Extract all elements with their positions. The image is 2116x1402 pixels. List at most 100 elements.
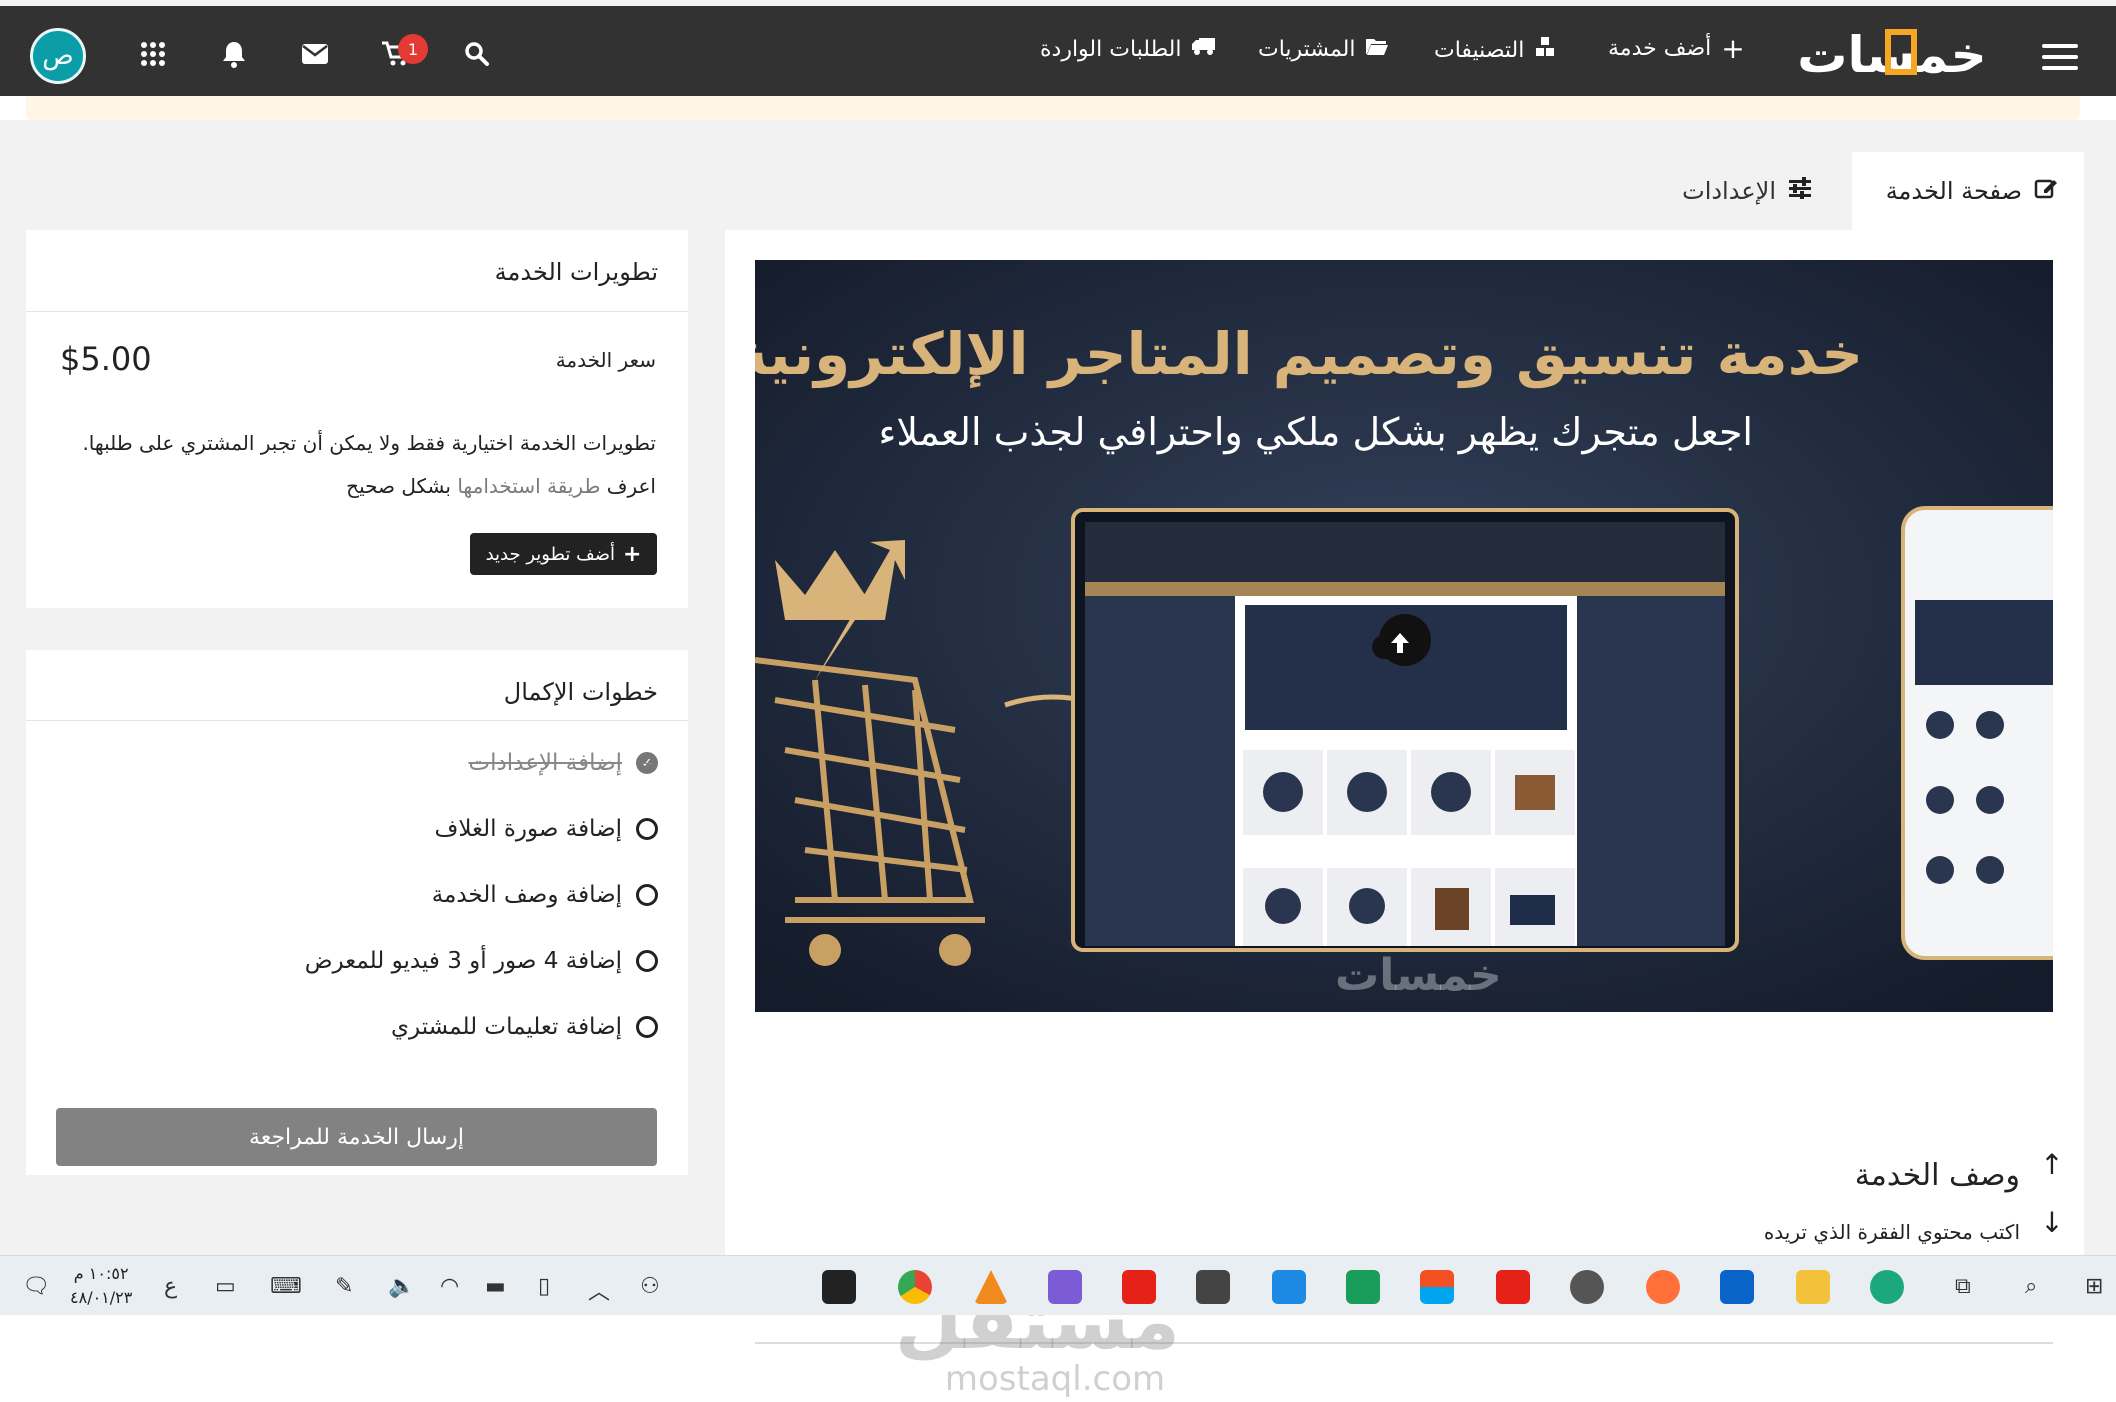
firefox-app-icon[interactable] xyxy=(1646,1270,1680,1304)
note-suffix: بشكل صحيح xyxy=(346,474,451,498)
step-label: إضافة صورة الغلاف xyxy=(434,816,622,842)
search-icon[interactable] xyxy=(457,34,497,74)
search-icon[interactable]: ⌕ xyxy=(2025,1274,2037,1299)
system-clock[interactable]: ١٠:٥٢ م ٤٨/٠١/٢٣ xyxy=(70,1262,132,1310)
hamburger-menu-icon[interactable] xyxy=(2042,44,2078,70)
note-prefix: اعرف xyxy=(606,474,656,498)
cover-headline: خدمة تنسيق وتصميم المتاجر الإلكترونية xyxy=(755,320,1863,388)
step-label: إضافة تعليمات للمشتري xyxy=(391,1014,622,1040)
language-indicator[interactable]: ع xyxy=(164,1274,177,1299)
cart-count-badge: 1 xyxy=(398,34,428,64)
task-view-icon[interactable]: ⧉ xyxy=(1955,1274,1971,1299)
watermark-sub: mostaql.com xyxy=(944,1359,1166,1399)
step-label: إضافة 4 صور أو 3 فيديو للمعرض xyxy=(304,948,622,974)
how-to-use-link[interactable]: طريقة استخدامها xyxy=(457,474,600,498)
keyboard-icon[interactable]: ⌨ xyxy=(270,1274,302,1299)
note-line: تطويرات الخدمة اختيارية فقط ولا يمكن أن … xyxy=(82,431,656,455)
nav-categories[interactable]: التصنيفات xyxy=(1434,36,1556,64)
add-development-button[interactable]: + أضف تطوير جديد xyxy=(470,533,657,575)
messenger-app-icon[interactable] xyxy=(1272,1270,1306,1304)
step-item-settings[interactable]: ✓ إضافة الإعدادات xyxy=(468,750,658,776)
cloud-upload-icon[interactable] xyxy=(1370,615,1431,665)
price-value: $5.00 xyxy=(60,340,152,378)
check-circle-icon: ✓ xyxy=(636,752,658,774)
top-navbar: خمسات + أضف خدمة التصنيفات المشتريات الط… xyxy=(0,0,2116,96)
battery-icon[interactable]: ▬ xyxy=(485,1274,506,1299)
store-app-icon[interactable] xyxy=(1420,1270,1454,1304)
page-content: صفحة الخدمة الإعدادات خدمة تنسيق وتصميم … xyxy=(0,120,2116,1396)
touch-keyboard-icon[interactable]: ▭ xyxy=(215,1274,236,1299)
youtube-app-icon[interactable] xyxy=(1122,1270,1156,1304)
notification-center-icon[interactable]: 🗨 xyxy=(22,1274,50,1299)
tab-service-page[interactable]: صفحة الخدمة xyxy=(1852,152,2084,230)
pen-icon[interactable]: ✎ xyxy=(335,1274,353,1299)
nav-purchases[interactable]: المشتريات xyxy=(1258,36,1389,62)
app-icon[interactable] xyxy=(1346,1270,1380,1304)
plus-icon: + xyxy=(623,541,642,567)
file-explorer-app-icon[interactable] xyxy=(1796,1270,1830,1304)
messages-icon[interactable] xyxy=(295,34,335,74)
capcut-app-icon[interactable] xyxy=(822,1270,856,1304)
tab-label: الإعدادات xyxy=(1682,177,1776,205)
apps-grid-icon[interactable] xyxy=(133,34,173,74)
mail-app-icon[interactable] xyxy=(1720,1270,1754,1304)
button-label: أضف تطوير جديد xyxy=(485,543,615,565)
step-label: إضافة الإعدادات xyxy=(468,750,622,776)
nav-label: أضف خدمة xyxy=(1608,36,1712,61)
empty-circle-icon xyxy=(636,950,658,972)
move-up-arrow-icon[interactable]: ↑ xyxy=(2037,1150,2067,1180)
truck-icon xyxy=(1191,36,1217,62)
card-divider xyxy=(26,311,688,312)
tab-settings[interactable]: الإعدادات xyxy=(1672,152,1838,230)
service-editor-card: خدمة تنسيق وتصميم المتاجر الإلكترونية اج… xyxy=(725,230,2084,1344)
volume-icon[interactable]: 🔈 xyxy=(388,1274,415,1299)
clock-date: ٤٨/٠١/٢٣ xyxy=(70,1288,133,1307)
sliders-icon xyxy=(1788,177,1812,205)
wifi-icon[interactable]: ◠ xyxy=(440,1274,459,1299)
vlc-app-icon[interactable] xyxy=(974,1270,1008,1304)
user-avatar[interactable]: ص xyxy=(30,28,86,84)
step-item-cover[interactable]: إضافة صورة الغلاف xyxy=(434,816,658,842)
empty-circle-icon xyxy=(636,818,658,840)
edit-icon xyxy=(2034,176,2058,206)
nav-add-service[interactable]: + أضف خدمة xyxy=(1608,31,1745,65)
step-item-gallery[interactable]: إضافة 4 صور أو 3 فيديو للمعرض xyxy=(305,948,658,974)
nav-label: الطلبات الواردة xyxy=(1040,36,1182,62)
service-developments-card: تطويرات الخدمة سعر الخدمة $5.00 تطويرات … xyxy=(26,230,688,608)
nav-label: المشتريات xyxy=(1258,36,1356,62)
notifications-bell-icon[interactable] xyxy=(214,34,254,74)
description-input[interactable]: اكتب محتوي الفقرة الذي تريده xyxy=(1764,1220,2020,1244)
calculator-app-icon[interactable] xyxy=(1196,1270,1230,1304)
move-down-arrow-icon[interactable]: ↓ xyxy=(2037,1208,2067,1238)
price-label: سعر الخدمة xyxy=(555,348,656,372)
cubes-icon xyxy=(1534,36,1556,64)
media-app-icon[interactable] xyxy=(1570,1270,1604,1304)
people-icon[interactable]: ⚇ xyxy=(640,1274,660,1299)
notice-strip xyxy=(26,96,2080,120)
plus-icon: + xyxy=(1721,31,1745,65)
developments-note: تطويرات الخدمة اختيارية فقط ولا يمكن أن … xyxy=(36,422,656,508)
nav-incoming-orders[interactable]: الطلبات الواردة xyxy=(1040,36,1217,62)
empty-circle-icon xyxy=(636,884,658,906)
note-line-2: اعرف طريقة استخدامها بشكل صحيح xyxy=(36,465,656,508)
step-label: إضافة وصف الخدمة xyxy=(431,882,622,908)
brand-logo[interactable]: خمسات xyxy=(1780,24,2005,84)
windows-taskbar: 🗨 ١٠:٥٢ م ٤٨/٠١/٢٣ ع ▭ ⌨ ✎ 🔈 ◠ ▬ ▯ ︿ ⚇ ⧉… xyxy=(0,1255,2116,1315)
tab-label: صفحة الخدمة xyxy=(1885,177,2022,205)
cover-subheadline: اجعل متجرك يظهر بشكل ملكي واحترافي لجذب … xyxy=(878,410,1753,454)
start-windows-icon[interactable]: ⊞ xyxy=(2085,1274,2103,1299)
chrome-app-icon[interactable] xyxy=(898,1270,932,1304)
nav-label: التصنيفات xyxy=(1434,37,1525,63)
app-icon[interactable] xyxy=(1048,1270,1082,1304)
completion-steps-card: خطوات الإكمال ✓ إضافة الإعدادات إضافة صو… xyxy=(26,650,688,1175)
show-hidden-icons-chevron-icon[interactable]: ︿ xyxy=(588,1274,610,1306)
edge-app-icon[interactable] xyxy=(1870,1270,1904,1304)
step-item-description[interactable]: إضافة وصف الخدمة xyxy=(432,882,658,908)
cover-image[interactable]: خدمة تنسيق وتصميم المتاجر الإلكترونية اج… xyxy=(755,260,2053,1012)
usb-icon[interactable]: ▯ xyxy=(538,1274,550,1299)
step-item-instructions[interactable]: إضافة تعليمات للمشتري xyxy=(391,1014,658,1040)
submit-for-review-button[interactable]: إرسال الخدمة للمراجعة xyxy=(56,1108,657,1166)
card-title: خطوات الإكمال xyxy=(503,678,658,706)
youtube-app-icon[interactable] xyxy=(1496,1270,1530,1304)
empty-circle-icon xyxy=(636,1016,658,1038)
